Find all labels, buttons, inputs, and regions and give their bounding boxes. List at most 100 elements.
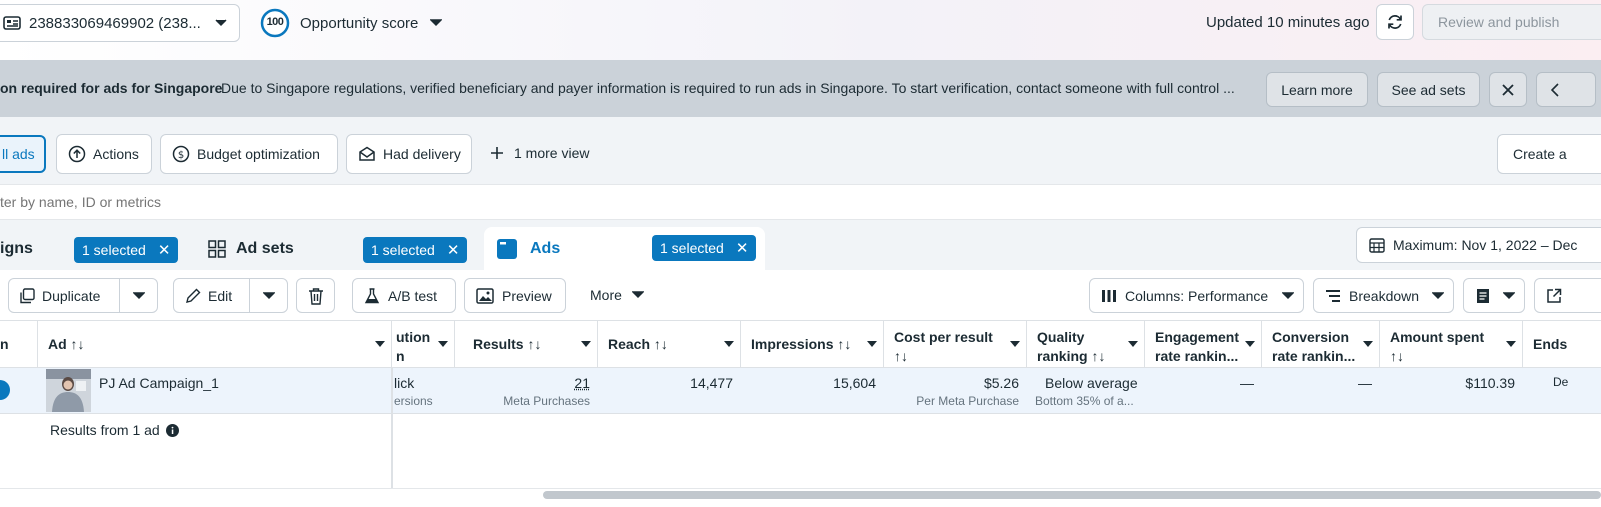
date-range-button[interactable]: Maximum: Nov 1, 2022 – Dec — [1356, 227, 1601, 263]
column-header-cost-per-result[interactable]: Cost per result ↑↓ — [884, 321, 1027, 368]
view-had-delivery[interactable]: Had delivery — [346, 134, 472, 174]
chevron-down-icon[interactable] — [1245, 341, 1255, 347]
image-icon — [476, 287, 494, 304]
preview-button[interactable]: Preview — [464, 278, 566, 313]
chevron-down-icon[interactable] — [1010, 341, 1020, 347]
create-view-button[interactable]: Create a — [1497, 134, 1601, 174]
ad-thumbnail[interactable] — [46, 369, 91, 412]
chevron-down-icon — [262, 291, 275, 300]
review-publish-label: Review and publish — [1438, 14, 1560, 30]
duplicate-dropdown-button[interactable] — [119, 278, 158, 313]
column-header-ad[interactable]: Ad ↑↓ — [38, 321, 392, 368]
cost-per-result-cell: $5.26 Per Meta Purchase — [884, 368, 1027, 413]
duplicate-button[interactable]: Duplicate — [8, 278, 120, 313]
engagement-ranking-cell: — — [1145, 368, 1262, 413]
opportunity-score[interactable]: 100 Opportunity score — [260, 8, 443, 38]
column-header-results[interactable]: Results ↑↓ — [455, 321, 598, 368]
column-header-campaign[interactable]: n — [0, 321, 38, 368]
chevron-down-icon — [215, 19, 227, 27]
edit-button[interactable]: Edit — [173, 278, 250, 313]
account-selector[interactable]: 238833069469902 (238... — [0, 4, 240, 42]
campaigns-selected-pill[interactable]: 1 selected ✕ — [74, 237, 179, 263]
column-header-label: rate rankin... — [1272, 348, 1356, 364]
close-icon[interactable]: ✕ — [447, 241, 460, 259]
score-label: Opportunity score — [300, 14, 419, 32]
column-header-ends[interactable]: Ends — [1523, 321, 1601, 368]
ad-sets-selected-pill[interactable]: 1 selected ✕ — [363, 237, 468, 263]
column-header-label: Reach ↑↓ — [608, 336, 668, 352]
breakdown-button[interactable]: Breakdown — [1313, 278, 1454, 313]
column-header-label: n — [0, 336, 9, 352]
close-icon[interactable]: ✕ — [158, 241, 171, 259]
cost-per-result-sub: Per Meta Purchase — [916, 394, 1019, 408]
column-header-amount-spent[interactable]: Amount spent ↑↓ — [1380, 321, 1523, 368]
chevron-down-icon[interactable] — [438, 341, 448, 347]
cost-per-result-value: $5.26 — [983, 375, 1019, 391]
chevron-down-icon — [1432, 291, 1444, 300]
ads-selected-pill[interactable]: 1 selected ✕ — [652, 235, 757, 261]
close-icon[interactable]: ✕ — [736, 239, 749, 257]
previous-banner-button[interactable] — [1536, 72, 1596, 107]
delete-button[interactable] — [296, 278, 335, 313]
more-views-button[interactable]: 1 more view — [490, 145, 589, 161]
quality-ranking-value: Below average — [1045, 375, 1138, 391]
attribution-sub: ersions — [394, 394, 433, 408]
preview-label: Preview — [502, 287, 552, 304]
reach-value: 14,477 — [690, 375, 733, 391]
horizontal-scrollbar-thumb[interactable] — [543, 491, 1601, 499]
close-banner-button[interactable] — [1489, 72, 1527, 107]
ab-test-label: A/B test — [388, 287, 438, 304]
ends-cell: De — [1523, 368, 1601, 413]
impressions-value: 15,604 — [833, 375, 876, 391]
view-actions[interactable]: Actions — [56, 134, 152, 174]
column-header-label: Engagement — [1155, 329, 1240, 345]
column-header-label: Amount spent — [1390, 329, 1485, 345]
arrow-up-circle-icon — [68, 145, 86, 163]
more-button[interactable]: More — [590, 287, 644, 303]
chevron-down-icon[interactable] — [1506, 341, 1516, 347]
export-button[interactable] — [1534, 278, 1601, 313]
search-input[interactable] — [0, 185, 1601, 219]
attribution-value: lick — [394, 375, 415, 391]
results-value[interactable]: 21 — [455, 375, 590, 391]
learn-more-button[interactable]: Learn more — [1266, 72, 1368, 107]
flask-icon — [364, 287, 380, 304]
column-header-conversion-ranking[interactable]: Conversion rate rankin... — [1262, 321, 1380, 368]
review-publish-button[interactable]: Review and publish — [1422, 4, 1601, 40]
ab-test-button[interactable]: A/B test — [352, 278, 456, 313]
results-cell: 21 Meta Purchases — [455, 368, 598, 413]
breakdown-label: Breakdown — [1349, 287, 1420, 304]
column-header-quality-ranking[interactable]: Quality ranking ↑↓ — [1027, 321, 1145, 368]
reports-button[interactable] — [1463, 278, 1525, 313]
chevron-down-icon[interactable] — [1128, 341, 1138, 347]
column-header-reach[interactable]: Reach ↑↓ — [598, 321, 741, 368]
close-icon — [1501, 83, 1515, 97]
refresh-button[interactable] — [1376, 4, 1414, 40]
view-budget-optimization[interactable]: $ Budget optimization — [160, 134, 338, 174]
column-header-impressions[interactable]: Impressions ↑↓ — [741, 321, 884, 368]
ad-name[interactable]: PJ Ad Campaign_1 — [99, 368, 219, 413]
column-header-label: Ad ↑↓ — [48, 336, 85, 352]
see-ad-sets-button[interactable]: See ad sets — [1377, 72, 1480, 107]
column-header-engagement-ranking[interactable]: Engagement rate rankin... — [1145, 321, 1262, 368]
table-row[interactable]: PJ Ad Campaign_1 lick ersions 21 Meta Pu… — [0, 368, 1601, 414]
chevron-down-icon[interactable] — [375, 341, 385, 347]
status-toggle[interactable] — [0, 380, 10, 400]
create-view-label: Create a — [1513, 146, 1567, 162]
conversion-ranking-value: — — [1358, 375, 1372, 391]
info-icon[interactable] — [165, 423, 179, 437]
chevron-down-icon[interactable] — [581, 341, 591, 347]
chevron-down-icon[interactable] — [867, 341, 877, 347]
columns-button[interactable]: Columns: Performance — [1089, 278, 1304, 313]
edit-label: Edit — [208, 287, 233, 304]
chevron-down-icon[interactable] — [1363, 341, 1373, 347]
results-summary-label: Results from 1 ad — [50, 422, 160, 438]
ends-value: De — [1553, 375, 1569, 389]
view-all-ads[interactable]: ll ads — [0, 135, 46, 173]
chevron-down-icon[interactable] — [724, 341, 734, 347]
pencil-icon — [185, 288, 201, 304]
frozen-column-divider — [391, 368, 393, 488]
column-header-attribution[interactable]: ution n — [392, 321, 455, 368]
edit-dropdown-button[interactable] — [249, 278, 288, 313]
view-actions-label: Actions — [93, 146, 139, 162]
